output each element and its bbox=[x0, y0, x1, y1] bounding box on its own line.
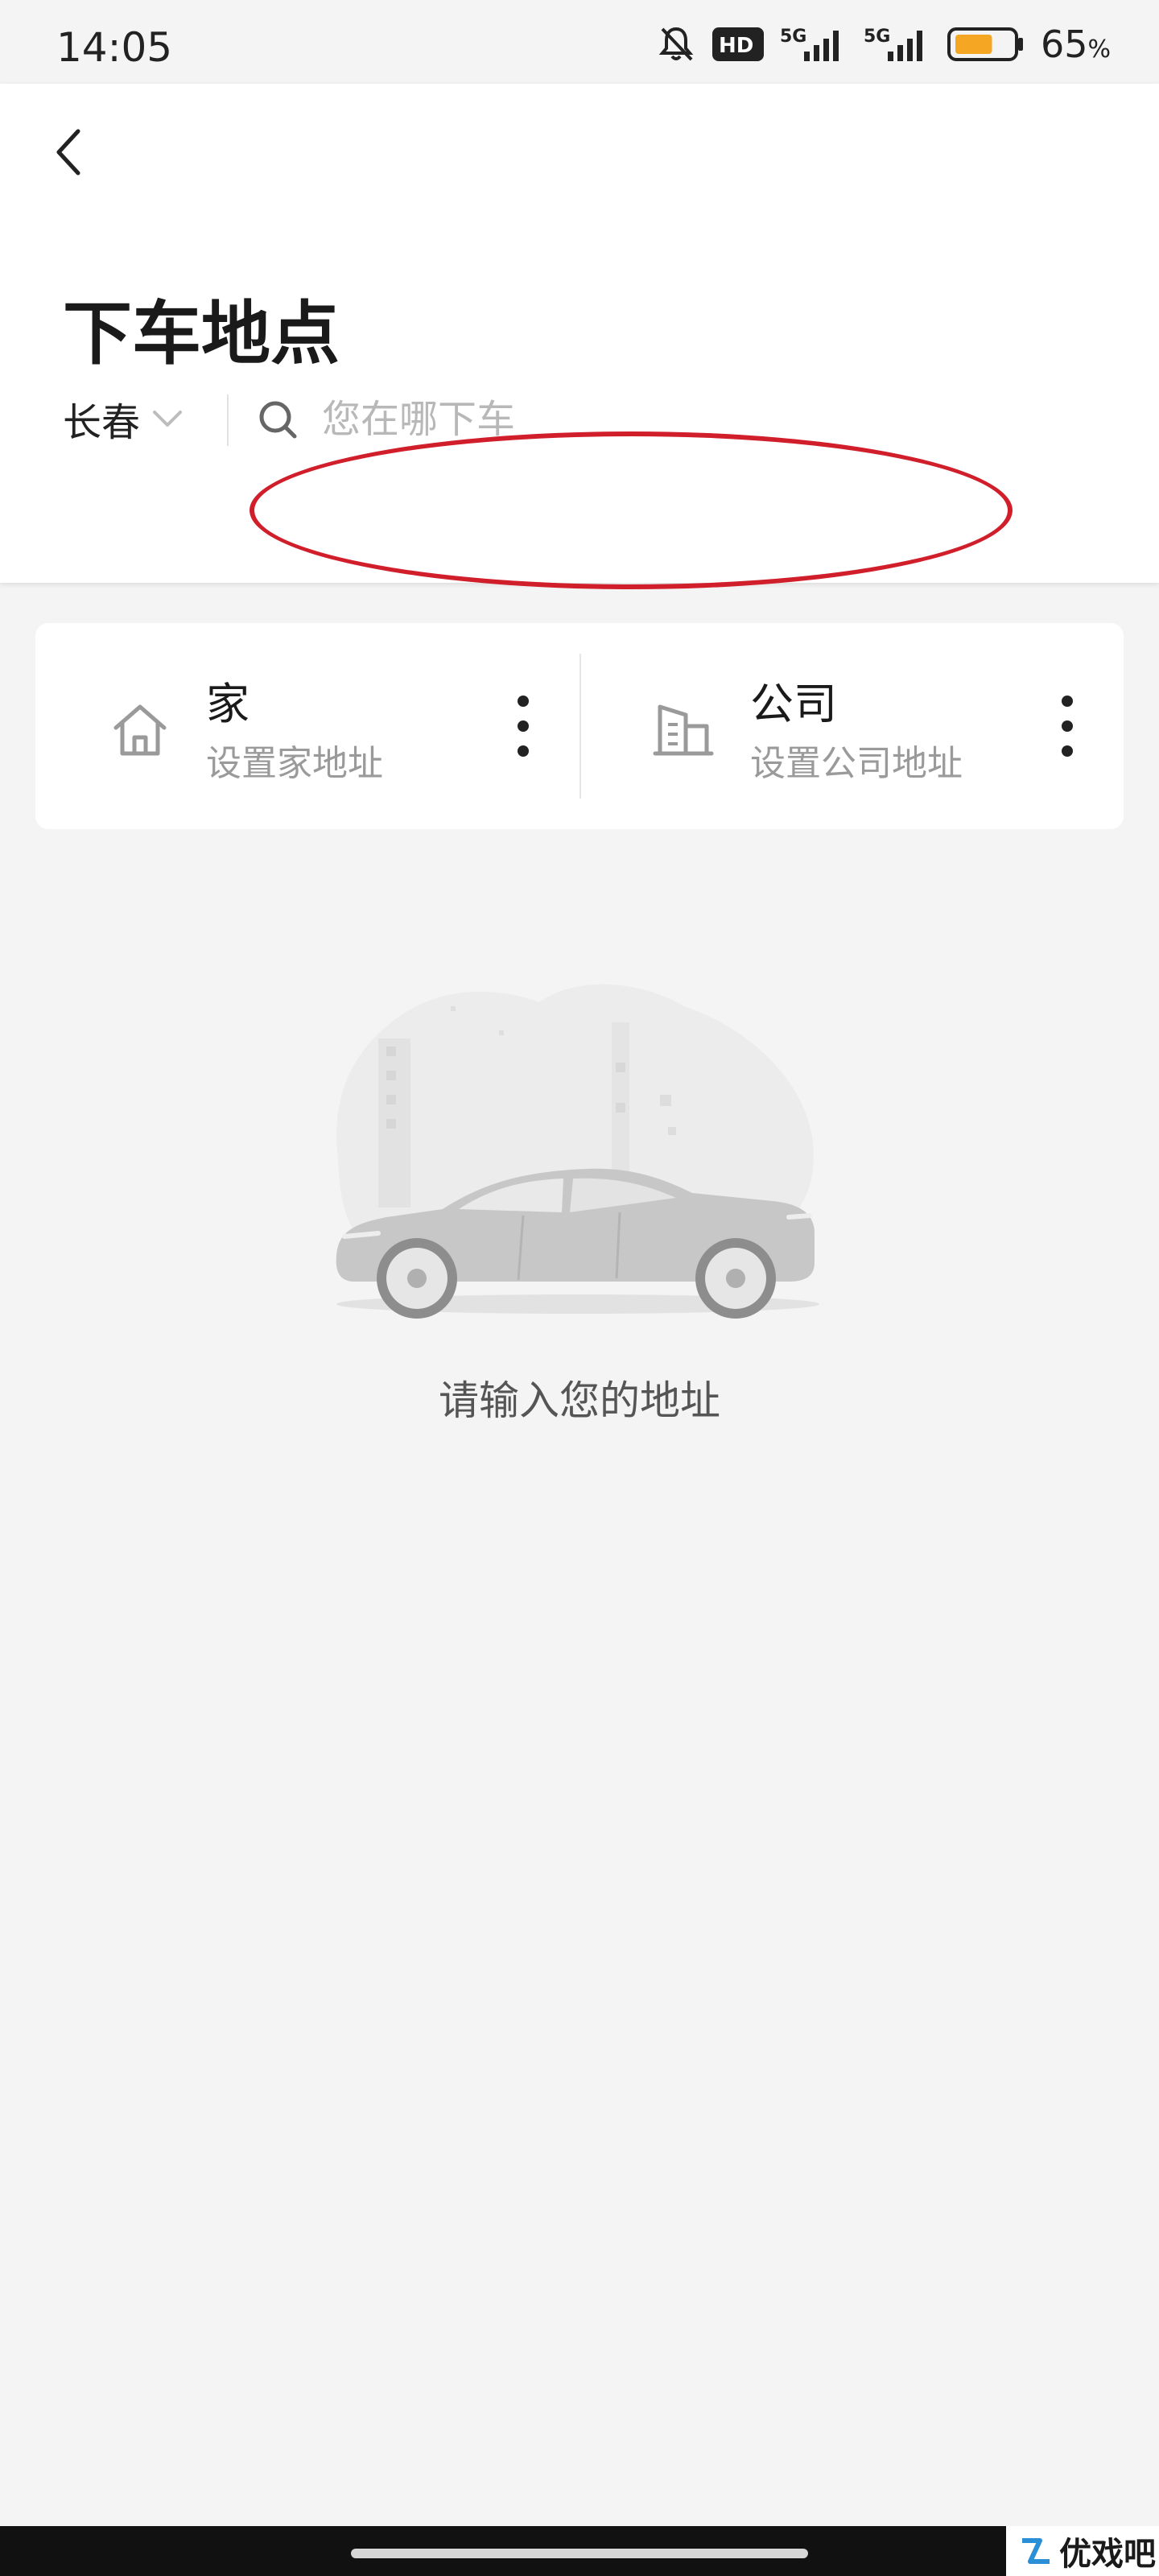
svg-text:HD: HD bbox=[719, 34, 753, 58]
office-label: 公司 bbox=[750, 679, 837, 729]
home-hint: 设置家地址 bbox=[206, 743, 383, 784]
office-place-item[interactable]: 公司 设置公司地址 bbox=[580, 623, 1124, 829]
watermark-logo-icon bbox=[1022, 2538, 1050, 2564]
page-title: 下车地点 bbox=[63, 294, 340, 374]
home-icon bbox=[113, 704, 167, 756]
car-illustration bbox=[336, 984, 819, 1319]
more-dot bbox=[518, 696, 529, 707]
city-label: 长春 bbox=[63, 400, 141, 445]
hd-network-icon: HD bbox=[711, 27, 764, 61]
more-dot bbox=[518, 720, 529, 732]
more-dot bbox=[1062, 696, 1073, 707]
home-place-item[interactable]: 家 设置家地址 bbox=[35, 623, 580, 829]
status-bar: 14:05 HD 5G 5G 65% bbox=[0, 0, 1159, 84]
annotation-ellipse bbox=[250, 431, 1013, 589]
more-dot bbox=[518, 745, 529, 757]
status-time: 14:05 bbox=[56, 24, 173, 71]
home-more-button[interactable] bbox=[499, 696, 547, 757]
city-selector[interactable]: 长春 bbox=[63, 386, 184, 451]
search-icon bbox=[259, 401, 297, 439]
back-button[interactable] bbox=[40, 116, 97, 188]
svg-text:5G: 5G bbox=[864, 27, 890, 47]
search-divider bbox=[227, 394, 229, 446]
signal-5g-icon-2: 5G bbox=[864, 27, 922, 61]
more-dot bbox=[1062, 720, 1073, 732]
battery-percentage: 65% bbox=[1040, 23, 1111, 66]
home-label: 家 bbox=[206, 679, 250, 729]
signal-5g-icon: 5G bbox=[780, 27, 839, 61]
chevron-left-icon bbox=[56, 129, 80, 175]
office-hint: 设置公司地址 bbox=[750, 743, 963, 784]
office-more-button[interactable] bbox=[1043, 696, 1091, 757]
office-building-icon bbox=[653, 704, 714, 756]
empty-state-message: 请输入您的地址 bbox=[439, 1377, 720, 1424]
home-gesture-handle[interactable] bbox=[351, 2549, 808, 2558]
bell-muted-icon bbox=[658, 27, 694, 61]
svg-text:5G: 5G bbox=[780, 27, 806, 47]
watermark-logo: 优戏吧 bbox=[1006, 2526, 1159, 2576]
battery-icon bbox=[947, 27, 1023, 61]
more-dot bbox=[1062, 745, 1073, 757]
chevron-down-icon bbox=[153, 411, 183, 427]
watermark-text: 优戏吧 bbox=[1059, 2536, 1156, 2573]
status-icons: HD 5G 5G 65% bbox=[656, 23, 1111, 66]
saved-places-card: 家 设置家地址 公司 设置公司地址 bbox=[35, 623, 1124, 829]
